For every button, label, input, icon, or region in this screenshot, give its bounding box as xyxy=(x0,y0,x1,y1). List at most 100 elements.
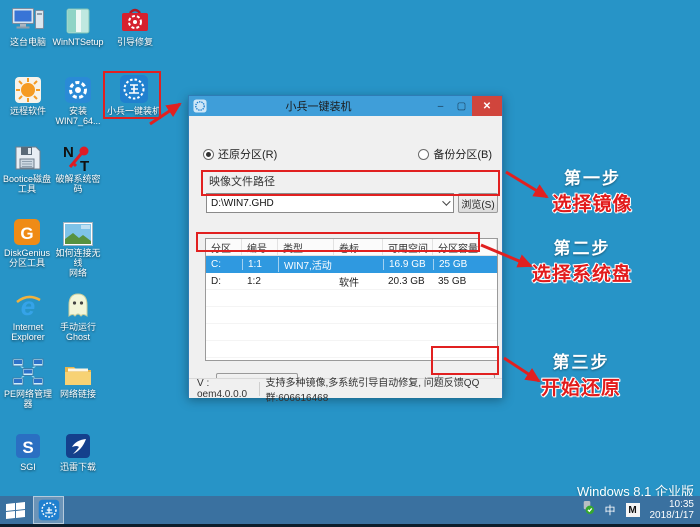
ime-indicator[interactable]: M xyxy=(625,503,640,517)
annotation-step-2: 第二步 选择系统盘 xyxy=(522,234,642,286)
chevron-down-icon[interactable] xyxy=(437,194,453,212)
cell: 20.3 GB xyxy=(388,276,425,287)
floppy-icon xyxy=(12,140,42,172)
table-row-c-drive[interactable]: C: 1:1 WIN7,活动 16.9 GB 25 GB xyxy=(206,256,497,273)
desktop-icon-label: Internet Explorer xyxy=(11,322,45,342)
cell: C: xyxy=(211,259,221,270)
annotation-step-1: 第一步 选择镜像 xyxy=(535,164,650,216)
desktop-icon-label: PE网络管理器 xyxy=(3,389,52,409)
desktop-icon-label: 迅雷下载 xyxy=(59,462,96,472)
desktop-icon-label: 这台电脑 xyxy=(9,37,46,47)
desktop-icon-wireless-help[interactable]: 如何连接无线 网络 xyxy=(52,214,104,278)
system-tray: 中 M 10:35 2018/1/17 xyxy=(580,499,700,521)
clock-date: 2018/1/17 xyxy=(649,510,695,521)
dialog-title: 小兵一键装机 xyxy=(285,101,352,113)
ghost-icon xyxy=(65,288,91,320)
picture-icon xyxy=(63,214,93,246)
desktop-icon-label: 引导修复 xyxy=(116,37,153,47)
desktop-icon-boot-repair[interactable]: 引导修复 xyxy=(108,3,162,47)
toolbox-icon xyxy=(120,3,150,35)
desktop-icon-label: DiskGenius 分区工具 xyxy=(3,248,50,268)
network-icon xyxy=(11,355,45,387)
desktop-icon-thunder[interactable]: 迅雷下载 xyxy=(52,428,104,472)
minimize-button[interactable]: – xyxy=(430,96,451,116)
desktop-icon-label: Bootice磁盘 工具 xyxy=(2,174,52,194)
gear-icon xyxy=(64,72,92,104)
desktop-icon-xiaobing[interactable]: 小兵一键装机 xyxy=(105,72,163,116)
package-icon xyxy=(64,3,92,35)
dialog-titlebar[interactable]: 小兵一键装机 – ▢ ✕ xyxy=(189,96,502,116)
status-info-text: 支持多种镜像,多系统引导自动修复, 问题反馈QQ群:606616468 xyxy=(265,377,480,404)
desktop-icon-winntsetup[interactable]: WinNTSetup xyxy=(52,3,104,47)
cell: WIN7,活动 xyxy=(278,257,334,272)
safely-remove-icon[interactable] xyxy=(580,500,595,520)
step-label: 第二步 xyxy=(553,239,611,258)
close-button[interactable]: ✕ xyxy=(472,96,502,116)
desktop-icon-sgi[interactable]: S SGI xyxy=(2,428,54,472)
windows-logo-icon xyxy=(5,501,25,519)
col-header: 类型 xyxy=(278,239,334,255)
image-path-value: D:\WIN7.GHD xyxy=(211,197,274,209)
dialog-statusbar: V : oem4.0.0.0 支持多种镜像,多系统引导自动修复, 问题反馈QQ群… xyxy=(189,377,502,404)
radio-unselected-icon xyxy=(418,148,430,160)
desktop-icon-label: 手动运行 Ghost xyxy=(59,322,96,342)
image-path-combobox[interactable]: D:\WIN7.GHD xyxy=(206,193,454,213)
desktop-icon-label: 小兵一键装机 xyxy=(106,106,161,116)
cell: 软件 xyxy=(339,278,359,289)
desktop-icon-internet-explorer[interactable]: e Internet Explorer xyxy=(2,288,54,342)
desktop-icon-label: WinNTSetup xyxy=(52,37,104,47)
taskbar-app-xiaobing[interactable] xyxy=(33,496,64,524)
svg-text:T: T xyxy=(80,158,89,172)
desktop-icon-ghost[interactable]: 手动运行 Ghost xyxy=(52,288,104,342)
radio-restore-label: 还原分区(R) xyxy=(218,149,278,161)
table-row-d-drive[interactable]: D: 1:2 软件 20.3 GB 35 GB xyxy=(206,273,497,290)
dialog-body: 还原分区(R) 备份分区(B) 映像文件路径 D:\WIN7.GHD 浏览(S)… xyxy=(189,116,502,404)
step-action: 选择镜像 xyxy=(552,194,633,215)
desktop-icon-bootice[interactable]: Bootice磁盘 工具 xyxy=(0,140,54,194)
radio-selected-icon xyxy=(203,148,214,160)
col-header: 卷标 xyxy=(334,239,383,255)
desktop-icon-this-pc[interactable]: 这台电脑 xyxy=(2,3,54,47)
svg-text:G: G xyxy=(20,224,33,243)
sgi-icon: S xyxy=(14,428,42,460)
statusbar-divider xyxy=(258,381,260,396)
radio-backup-partition[interactable]: 备份分区(B) xyxy=(418,146,492,162)
svg-text:S: S xyxy=(22,438,33,457)
annotation-step-3: 第三步 开始还原 xyxy=(525,348,637,400)
desktop-icon-label: 远程软件 xyxy=(9,106,46,116)
desktop-icon-pe-network[interactable]: PE网络管理器 xyxy=(0,355,56,409)
taskbar-clock[interactable]: 10:35 2018/1/17 xyxy=(650,499,695,521)
desktop-icon-diskgenius[interactable]: G DiskGenius 分区工具 xyxy=(0,214,54,268)
svg-text:N: N xyxy=(63,144,74,161)
taskbar: 中 M 10:35 2018/1/17 xyxy=(0,496,700,527)
desktop-icon-crack-password[interactable]: NT 破解系统密码 xyxy=(52,140,104,194)
version-text: V : oem4.0.0.0 xyxy=(197,377,248,400)
step-action: 开始还原 xyxy=(540,378,621,399)
desktop-icon-label: 破解系统密码 xyxy=(55,174,101,194)
folder-icon xyxy=(63,355,93,387)
image-path-label: 映像文件路径 xyxy=(209,176,275,188)
col-header: 分区容量 xyxy=(433,239,497,255)
cell: 35 GB xyxy=(438,276,467,287)
browse-button[interactable]: 浏览(S) xyxy=(458,193,498,213)
cell: 1:1 xyxy=(242,259,278,270)
maximize-button[interactable]: ▢ xyxy=(451,96,472,116)
desktop-icon-label: 网络链接 xyxy=(59,389,96,399)
desktop-icon-label: 如何连接无线 网络 xyxy=(55,248,101,278)
radio-restore-partition[interactable]: 还原分区(R) xyxy=(203,146,277,162)
ie-icon: e xyxy=(14,288,42,320)
desktop: { "desktop": { "background_color": "#279… xyxy=(0,0,700,527)
step-action: 选择系统盘 xyxy=(531,264,632,285)
language-indicator[interactable]: 中 xyxy=(605,502,616,518)
desktop-icon-network-link[interactable]: 网络链接 xyxy=(52,355,104,399)
desktop-icon-remote-software[interactable]: 远程软件 xyxy=(2,72,54,116)
diskgenius-icon: G xyxy=(13,214,41,246)
desktop-icon-install-win7[interactable]: 安装 WIN7_64... xyxy=(52,72,104,126)
xiaobing-dialog: 小兵一键装机 – ▢ ✕ 还原分区(R) 备份分区(B) 映像文件路径 D:\W… xyxy=(188,95,503,404)
remote-sun-icon xyxy=(14,72,42,104)
cell: 16.9 GB xyxy=(383,259,433,270)
cell: D: xyxy=(211,276,221,287)
col-header: 可用空间 xyxy=(383,239,433,255)
table-header-row[interactable]: 分区 编号 类型 卷标 可用空间 分区容量 xyxy=(206,239,497,256)
start-button[interactable] xyxy=(0,496,30,524)
